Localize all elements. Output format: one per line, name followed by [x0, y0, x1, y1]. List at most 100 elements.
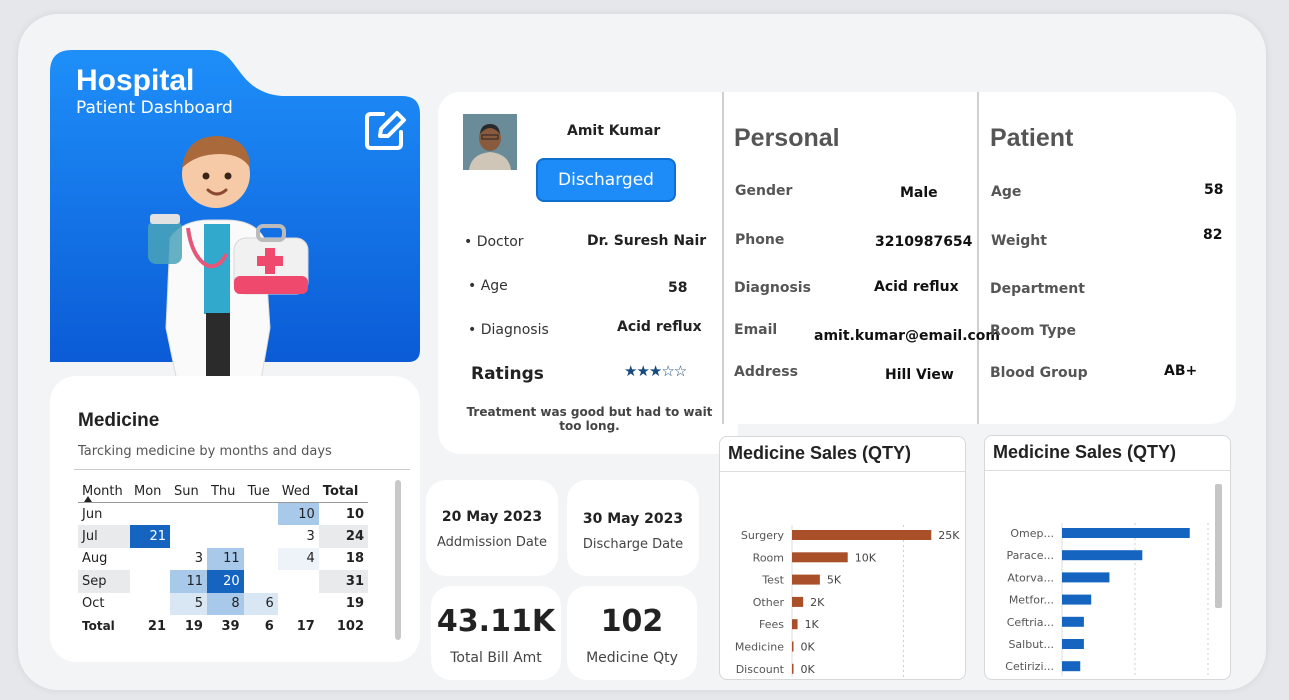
doctor-value: Dr. Suresh Nair [587, 233, 707, 249]
y-category-label: Discount [736, 663, 785, 676]
patient-photo [463, 114, 517, 170]
y-category-label: Fees [759, 618, 784, 631]
address-label: Address [734, 364, 798, 380]
room-type-label: Room Type [990, 323, 1077, 339]
sort-arrow-icon [84, 496, 92, 502]
matrix-cell[interactable]: 6 [243, 592, 278, 615]
email-value: amit.kumar@email.com [814, 328, 1001, 344]
medicine-qty-value: 102 [600, 604, 664, 639]
table-row[interactable]: Aug 3 11 4 18 [78, 547, 368, 571]
total-row: Total 21 19 39 6 17 102 [78, 615, 368, 638]
month-label: Jun [82, 506, 103, 522]
divider [74, 469, 410, 470]
discharge-date: 30 May 2023 [582, 511, 684, 527]
column-header-tue[interactable]: Tue [243, 480, 278, 503]
y-category-label: Surgery [741, 529, 785, 542]
matrix-cell[interactable] [278, 570, 319, 593]
column-header-thu[interactable]: Thu [206, 480, 244, 503]
row-total-cell[interactable]: 18 [319, 548, 368, 571]
vertical-scrollbar[interactable] [395, 480, 401, 640]
diagnosis-value: Acid reflux [874, 279, 959, 295]
medicine-matrix[interactable]: Month Mon Sun Thu Tue Wed Total Jun 10 10 J… [78, 480, 368, 638]
month-label: Oct [82, 596, 105, 612]
matrix-cell[interactable] [130, 570, 170, 593]
matrix-cell[interactable] [170, 525, 207, 548]
matrix-header-row: Month Mon Sun Thu Tue Wed Total [78, 480, 368, 503]
matrix-cell[interactable]: 11 [170, 570, 207, 593]
matrix-cell[interactable]: 3 [170, 548, 207, 571]
row-total-cell[interactable]: 24 [318, 525, 368, 548]
matrix-cell[interactable] [207, 525, 244, 548]
column-header-sun[interactable]: Sun [170, 480, 207, 503]
bar [1062, 661, 1081, 672]
email-label: Email [734, 322, 778, 338]
phone-value: 3210987654 [875, 234, 973, 250]
bar [1062, 528, 1190, 538]
medicine-card: Medicine Tarcking medicine by months and… [50, 376, 420, 662]
matrix-cell[interactable] [130, 503, 170, 526]
month-label: Jul [78, 525, 130, 548]
age-label: • Age [468, 278, 508, 294]
data-label: 25K [938, 529, 960, 542]
matrix-cell[interactable]: 8 [206, 592, 244, 615]
address-value: Hill View [885, 367, 954, 383]
matrix-cell[interactable]: 4 [277, 547, 319, 570]
gender-label: Gender [735, 183, 793, 199]
matrix-cell[interactable]: 3 [278, 525, 319, 548]
diagnosis-value: Acid reflux [617, 319, 702, 335]
diagnosis-label: • Diagnosis [468, 322, 549, 338]
column-header-mon[interactable]: Mon [130, 480, 171, 503]
matrix-cell[interactable] [244, 525, 278, 548]
row-total-cell[interactable]: 19 [319, 593, 368, 616]
column-header-wed[interactable]: Wed [277, 480, 319, 503]
discharged-status-button[interactable]: Discharged [536, 158, 676, 202]
y-category-label: Ceftria... [1007, 616, 1054, 629]
bar [792, 596, 804, 607]
admission-date: 20 May 2023 [441, 509, 543, 525]
bar [792, 619, 798, 630]
table-row[interactable]: Sep 11 20 31 [78, 570, 368, 593]
table-row[interactable]: Oct 5 8 6 19 [78, 592, 368, 616]
month-label: Sep [78, 570, 130, 593]
column-total-cell: 6 [264, 618, 274, 634]
patient-profile-card: Amit Kumar Discharged • Doctor Dr. Sures… [438, 92, 738, 454]
matrix-cell[interactable] [244, 503, 278, 526]
table-row[interactable]: Jul 21 3 24 [78, 525, 368, 548]
total-bill-value: 43.11K [436, 604, 556, 639]
column-total-cell: 19 [184, 618, 203, 634]
matrix-cell[interactable] [244, 570, 278, 593]
data-label: 10K [855, 551, 877, 564]
matrix-cell[interactable]: 11 [206, 547, 244, 570]
age-value: 58 [1204, 182, 1224, 198]
row-total-cell[interactable]: 31 [318, 570, 368, 593]
matrix-cell[interactable] [130, 548, 170, 571]
bar [1062, 550, 1143, 561]
divider [720, 471, 965, 472]
data-label: 0K [801, 663, 816, 676]
table-row[interactable]: Jun 10 10 [78, 502, 368, 526]
matrix-cell[interactable] [207, 503, 244, 526]
column-header-total[interactable]: Total [318, 480, 368, 503]
personal-title: Personal [734, 124, 840, 152]
y-category-label: Medicine [735, 641, 784, 654]
matrix-cell[interactable] [244, 548, 278, 571]
patient-name: Amit Kumar [567, 123, 661, 139]
bar [792, 574, 820, 585]
matrix-cell[interactable]: 10 [277, 502, 319, 525]
y-category-label: Salbut... [1008, 638, 1054, 651]
ratings-label: Ratings [471, 364, 544, 384]
edit-icon[interactable] [363, 108, 407, 152]
matrix-cell[interactable] [278, 593, 319, 616]
matrix-cell[interactable]: 21 [130, 525, 171, 548]
row-total-cell[interactable]: 10 [319, 503, 368, 526]
matrix-cell[interactable]: 20 [206, 570, 244, 593]
divider [977, 92, 979, 424]
matrix-cell[interactable]: 5 [170, 592, 207, 615]
y-category-label: Atorva... [1007, 571, 1054, 584]
bar [792, 530, 932, 540]
total-bill-card: 43.11K Total Bill Amt [431, 586, 561, 680]
y-category-label: Omep... [1010, 527, 1054, 540]
matrix-cell[interactable] [130, 593, 170, 616]
matrix-cell[interactable] [170, 503, 207, 526]
vertical-scrollbar[interactable] [1215, 484, 1222, 608]
